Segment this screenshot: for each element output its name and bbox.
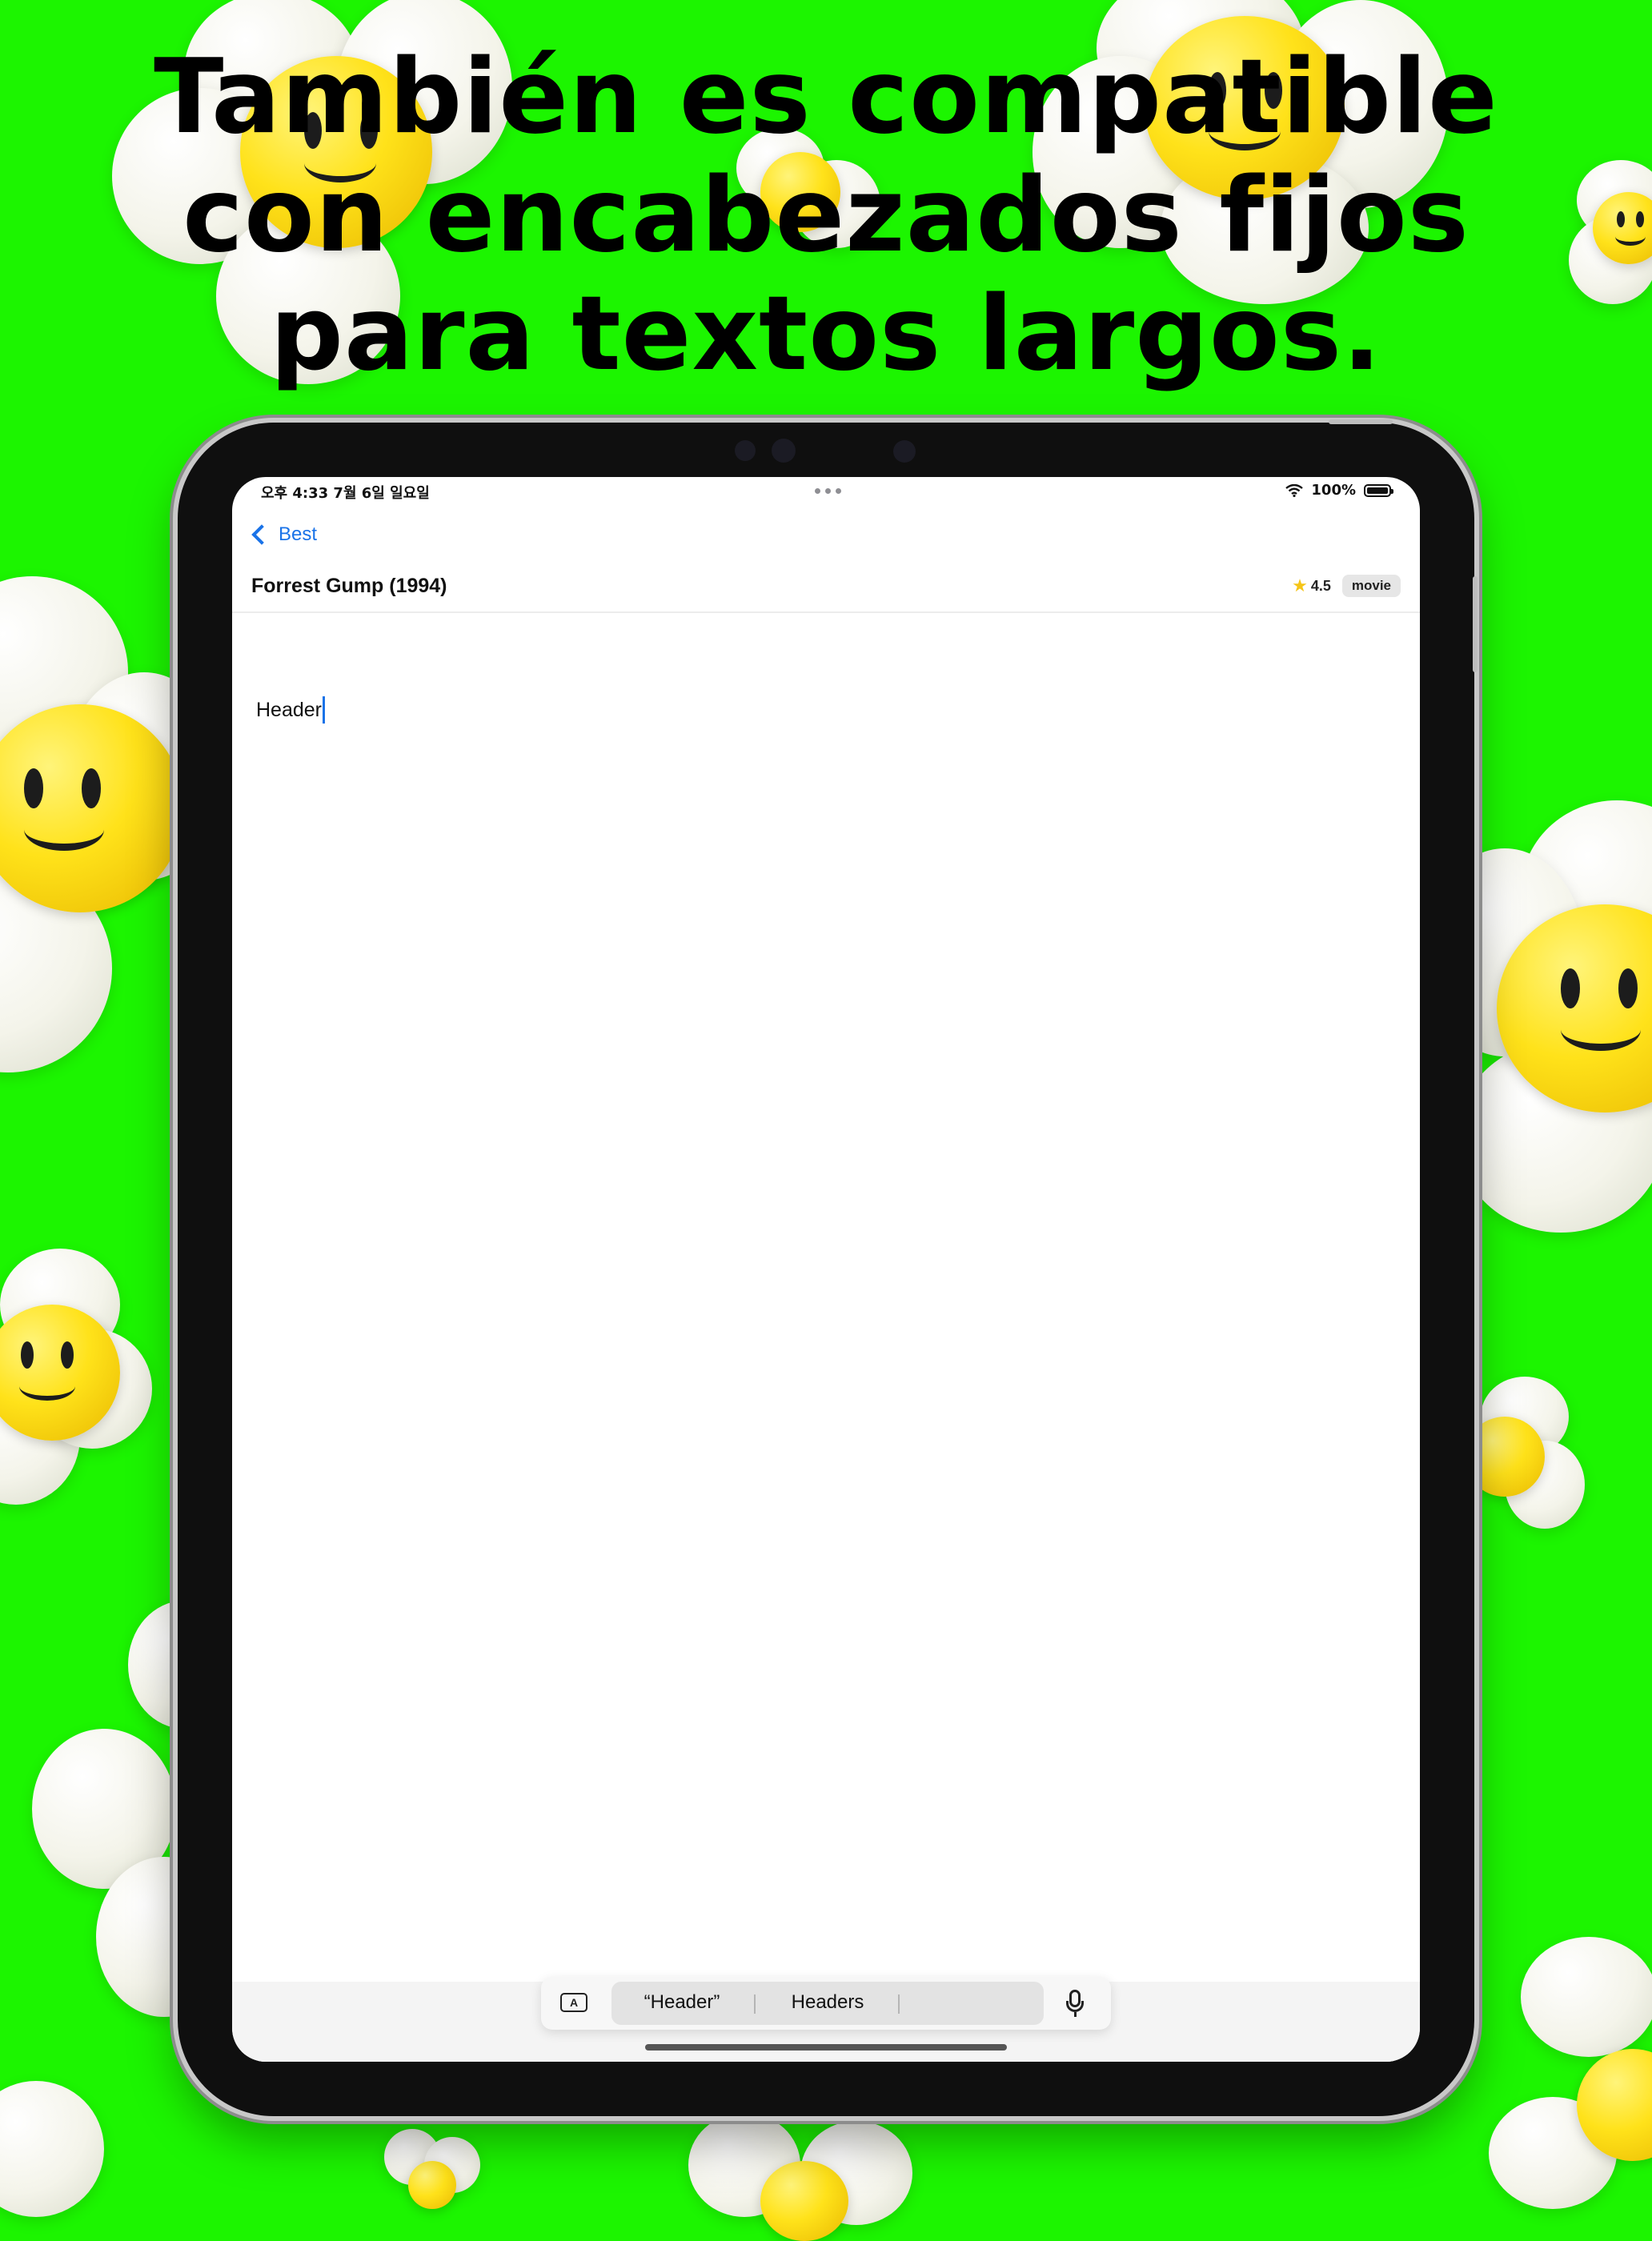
rating-value: 4.5 [1310,577,1331,594]
flower-decoration [1489,1937,1652,2209]
camera-icon [772,439,796,463]
star-icon: ★ [1292,575,1308,596]
app-screen: 오후 4:33 7월 6일 일요일 100% Best Forrest Gump… [232,477,1420,2062]
suggestion-divider [754,1994,756,2014]
volume-button [1329,419,1393,424]
battery-icon [1364,483,1393,497]
flower-decoration [0,1249,160,1505]
status-bar: 오후 4:33 7월 6일 일요일 100% [232,477,1420,506]
camera-icon [735,440,756,461]
flower-decoration [688,2113,928,2241]
keyboard-icon[interactable]: A [560,1993,587,2012]
flower-decoration [384,2129,480,2225]
text-editor[interactable]: Header [256,696,325,724]
microphone-stem [1074,2012,1077,2017]
status-time: 오후 4:33 7월 6일 일요일 [261,485,430,502]
flower-decoration [1457,1377,1585,1537]
suggestion-divider [898,1994,900,2014]
battery-percent: 100% [1311,482,1356,499]
camera-icon [893,440,916,463]
back-button-label: Best [279,523,318,545]
home-indicator[interactable] [645,2044,1007,2051]
headline-line-1: También es compatible [154,38,1498,157]
back-button[interactable]: Best [247,519,317,551]
category-tag[interactable]: movie [1341,575,1401,597]
headline-line-3: para textos largos. [270,275,1382,394]
sticky-header: Forrest Gump (1994) ★ 4.5 movie [232,565,1420,613]
document-title: Forrest Gump (1994) [251,575,447,597]
flower-decoration [0,2081,128,2225]
suggestion-item[interactable]: “Header” [611,1991,752,2014]
suggestion-item[interactable]: Headers [757,1991,898,2014]
document-meta: ★ 4.5 movie [1292,575,1401,597]
text-cursor [323,696,325,724]
suggestions-container: “Header” Headers [611,1982,1044,2025]
microphone-stand [1066,2001,1084,2012]
side-button [1473,576,1478,672]
promo-headline: También es compatible con encabezados fi… [0,38,1652,394]
editor-text: Header [256,698,322,721]
headline-line-2: con encabezados fijos [182,156,1470,275]
status-right: 100% [1285,482,1393,499]
chevron-left-icon [251,524,272,545]
wifi-icon [1285,483,1304,497]
multitasking-dots-icon[interactable] [815,488,841,494]
predictive-text-bar: A “Header” Headers [541,1977,1111,2030]
